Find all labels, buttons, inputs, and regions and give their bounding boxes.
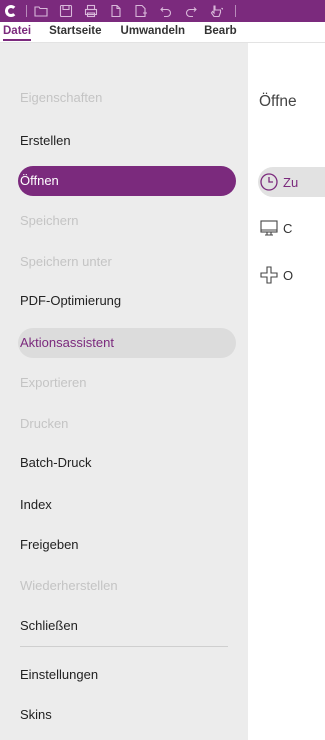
ribbon-tabs: Datei Startseite Umwandeln Bearb — [0, 22, 325, 43]
sidebar-item-skins[interactable]: Skins — [20, 701, 52, 729]
open-panel: Öffne Zu C O — [248, 43, 325, 740]
option-recent[interactable]: Zu — [258, 171, 298, 193]
sidebar-item-speichern-unter[interactable]: Speichern unter — [20, 248, 112, 276]
sidebar-item-exportieren[interactable]: Exportieren — [20, 369, 86, 397]
app-logo-icon[interactable] — [0, 0, 22, 22]
toolbar-separator — [26, 5, 27, 17]
clock-icon — [258, 171, 280, 193]
sidebar-item-speichern[interactable]: Speichern — [20, 207, 79, 235]
backstage-sidebar: Eigenschaften Erstellen Öffnen Speichern… — [0, 43, 248, 740]
computer-icon — [258, 217, 280, 239]
sidebar-item-pdf-optimierung[interactable]: PDF-Optimierung — [20, 287, 121, 315]
option-add-place[interactable]: O — [258, 264, 293, 286]
save-icon[interactable] — [58, 3, 74, 19]
add-place-icon — [258, 264, 280, 286]
redo-icon[interactable] — [183, 3, 199, 19]
sidebar-item-einstellungen[interactable]: Einstellungen — [20, 661, 98, 689]
sidebar-item-eigenschaften[interactable]: Eigenschaften — [20, 84, 102, 112]
option-recent-label: Zu — [283, 174, 299, 190]
sidebar-item-batch-druck[interactable]: Batch-Druck — [20, 449, 92, 477]
toolbar-separator — [235, 5, 236, 17]
pointer-tool-icon[interactable] — [208, 3, 224, 19]
undo-icon[interactable] — [158, 3, 174, 19]
print-icon[interactable] — [83, 3, 99, 19]
sidebar-item-index[interactable]: Index — [20, 491, 52, 519]
option-computer[interactable]: C — [258, 217, 292, 239]
option-add-place-label: O — [283, 267, 294, 283]
sidebar-item-schliessen[interactable]: Schließen — [20, 612, 78, 640]
tab-startseite[interactable]: Startseite — [49, 25, 101, 42]
quick-access-toolbar — [0, 0, 325, 22]
tab-umwandeln[interactable]: Umwandeln — [121, 25, 186, 42]
sidebar-item-erstellen[interactable]: Erstellen — [20, 127, 71, 155]
sidebar-divider — [20, 646, 228, 647]
sidebar-item-oeffnen[interactable]: Öffnen — [20, 167, 59, 195]
sidebar-item-aktionsassistent[interactable]: Aktionsassistent — [20, 329, 114, 357]
tab-datei[interactable]: Datei — [3, 25, 32, 42]
sidebar-item-freigeben[interactable]: Freigeben — [20, 531, 79, 559]
page-title: Öffne — [259, 93, 297, 110]
sidebar-item-wiederherstellen[interactable]: Wiederherstellen — [20, 572, 118, 600]
create-pdf-icon[interactable] — [133, 3, 149, 19]
sidebar-item-drucken[interactable]: Drucken — [20, 410, 68, 438]
tab-bearbeiten[interactable]: Bearb — [204, 25, 237, 42]
open-folder-icon[interactable] — [33, 3, 49, 19]
option-computer-label: C — [283, 220, 293, 236]
new-document-icon[interactable] — [108, 3, 124, 19]
